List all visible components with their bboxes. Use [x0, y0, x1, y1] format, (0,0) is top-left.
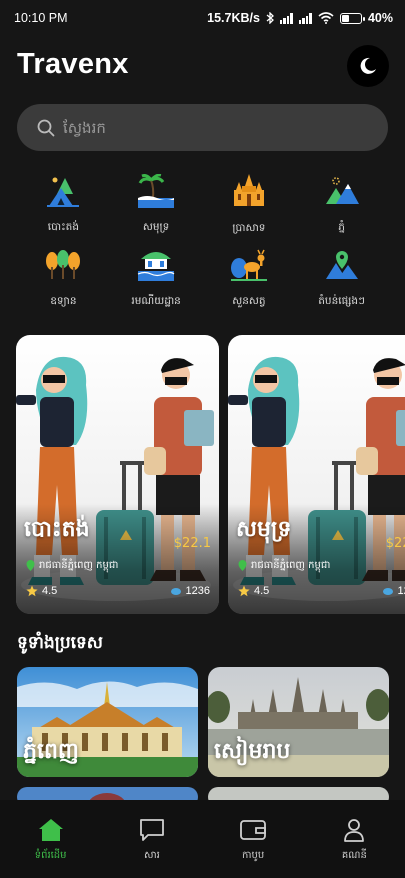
category-label: ឧទ្យាន [50, 295, 77, 307]
park-icon [43, 246, 83, 283]
search-bar[interactable] [17, 104, 388, 151]
category-grid: បោះតង់ សមុទ្រ ប្រាសាទ ភ្នំ ឧទ្យាន រមណីយដ… [17, 172, 388, 310]
card-rating: 4.5 [238, 585, 269, 597]
card-price: $22.1 [173, 536, 211, 551]
card-location-text: រាជធានីភ្នំពេញ កម្ពុជា [251, 560, 331, 571]
zoo-icon [229, 246, 269, 283]
card-rating: 4.5 [26, 585, 57, 597]
card-rating-value: 4.5 [254, 585, 270, 597]
nav-label: ទំព័រដើម [34, 850, 67, 861]
search-input[interactable] [63, 118, 343, 137]
location-pin-icon [322, 246, 362, 283]
category-beach[interactable]: សមុទ្រ [110, 172, 203, 236]
category-camping[interactable]: បោះតង់ [17, 172, 110, 236]
mountain-icon [322, 172, 362, 209]
star-icon [26, 585, 38, 597]
app-title: Travenx [17, 48, 129, 80]
category-label: បោះតង់ [47, 221, 80, 233]
chat-icon [139, 819, 164, 841]
category-zoo[interactable]: សួនសត្វ [203, 246, 296, 310]
nav-label: កាបូប [242, 850, 265, 861]
bluetooth-icon [266, 12, 274, 24]
temple-icon [229, 172, 269, 210]
card-title: សមុទ្រ [236, 517, 292, 542]
nav-messages[interactable]: សារ [101, 800, 202, 878]
user-icon [344, 819, 365, 842]
featured-cards: បោះតង់ $22.1 រាជធានីភ្នំពេញ កម្ពុជា 4.5 … [16, 335, 405, 615]
card-location: រាជធានីភ្នំពេញ កម្ពុជា [26, 558, 118, 573]
category-mountain[interactable]: ភ្នំ [295, 172, 388, 236]
status-bar: 10:10 PM 15.7KB/s 40% [0, 0, 405, 36]
nav-label: គណនី [341, 850, 367, 861]
destination-name: សៀមរាប [214, 739, 291, 764]
category-resort[interactable]: រមណីយដ្ឋាន [110, 246, 203, 310]
card-views-count: 1236 [397, 585, 405, 597]
card-location: រាជធានីភ្នំពេញ កម្ពុជា [238, 558, 330, 573]
eye-icon [170, 587, 181, 595]
signal-icon [279, 12, 293, 24]
card-location-text: រាជធានីភ្នំពេញ កម្ពុជា [39, 560, 119, 571]
card-views: 1236 [382, 585, 405, 597]
wifi-icon [318, 12, 334, 24]
network-speed: 15.7KB/s [207, 11, 260, 25]
location-pin-icon [238, 560, 247, 571]
battery-icon [339, 12, 365, 24]
category-label: ភ្នំ [338, 221, 345, 233]
category-label: តំបន់ផ្សេងៗ [318, 295, 365, 307]
category-label: សួនសត្វ [232, 295, 266, 307]
category-temple[interactable]: ប្រាសាទ [203, 172, 296, 236]
resort-icon [136, 246, 176, 283]
nav-home[interactable]: ទំព័រដើម [0, 800, 101, 878]
tent-icon [43, 172, 83, 209]
section-title: ទូទាំងប្រទេស [17, 633, 103, 653]
battery-percent: 40% [367, 11, 393, 25]
category-other[interactable]: តំបន់ផ្សេងៗ [295, 246, 388, 310]
featured-card[interactable]: សមុទ្រ $22.1 រាជធានីភ្នំពេញ កម្ពុជា 4.5 … [228, 335, 405, 614]
category-park[interactable]: ឧទ្យាន [17, 246, 110, 310]
card-views: 1236 [170, 585, 210, 597]
card-rating-value: 4.5 [42, 585, 58, 597]
theme-toggle-button[interactable] [347, 45, 389, 87]
bottom-nav: ទំព័រដើម សារ កាបូប គណនី [0, 800, 405, 878]
card-views-count: 1236 [185, 585, 210, 597]
signal-2-icon [298, 12, 312, 24]
nav-label: សារ [143, 850, 160, 861]
nav-account[interactable]: គណនី [304, 800, 405, 878]
home-icon [38, 819, 63, 841]
search-icon [37, 119, 55, 136]
status-icons: 15.7KB/s 40% [207, 11, 393, 25]
category-label: សមុទ្រ [142, 221, 170, 233]
nav-wallet[interactable]: កាបូប [203, 800, 304, 878]
location-pin-icon [26, 560, 35, 571]
destination-card-siem-reap[interactable]: សៀមរាប [208, 667, 389, 777]
category-label: ប្រាសាទ [232, 222, 266, 234]
card-price: $22.1 [385, 536, 405, 551]
destination-name: ភ្នំពេញ [23, 739, 79, 764]
card-title: បោះតង់ [24, 517, 90, 542]
star-icon [238, 585, 250, 597]
wallet-icon [240, 820, 267, 840]
featured-card[interactable]: បោះតង់ $22.1 រាជធានីភ្នំពេញ កម្ពុជា 4.5 … [16, 335, 219, 614]
beach-icon [136, 172, 176, 209]
eye-icon [382, 587, 393, 595]
category-label: រមណីយដ្ឋាន [131, 295, 181, 307]
moon-icon [360, 57, 376, 74]
destination-card-phnom-penh[interactable]: ភ្នំពេញ [17, 667, 198, 777]
status-time: 10:10 PM [14, 11, 68, 25]
